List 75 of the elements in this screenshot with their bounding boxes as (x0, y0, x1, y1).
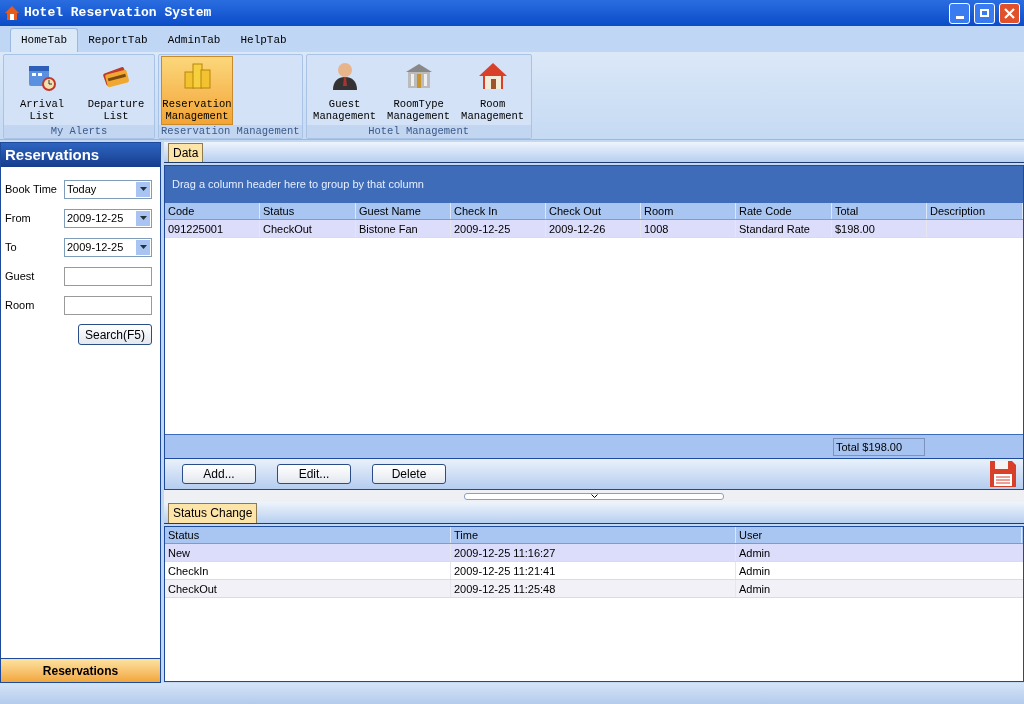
status-change-tab[interactable]: Status Change (168, 503, 258, 523)
window-title: Hotel Reservation System (24, 4, 212, 23)
ribbon-button[interactable]: Reservation Management (161, 56, 233, 125)
group-label: Hotel Management (306, 125, 531, 138)
column-header[interactable]: Rate Code (736, 203, 832, 219)
action-button[interactable]: Edit... (277, 464, 351, 484)
table-cell: 2009-12-25 (451, 220, 546, 237)
column-header[interactable]: User (736, 527, 1022, 543)
action-button[interactable]: Delete (372, 464, 446, 484)
table-cell: 2009-12-25 11:21:41 (451, 562, 736, 579)
table-cell: 091225001 (165, 220, 260, 237)
action-button[interactable]: Add... (182, 464, 256, 484)
restore-button[interactable] (974, 2, 995, 24)
table-cell: Bistone Fan (356, 220, 451, 237)
column-header[interactable]: Description (927, 203, 1023, 219)
column-header[interactable]: Total (832, 203, 927, 219)
field-label: Room (5, 297, 36, 313)
table-row[interactable]: 091225001 CheckOut Bistone Fan 2009-12-25 2009-12-26 1008 Standard Rate $198.00 (165, 220, 1023, 238)
table-cell: CheckIn (165, 562, 451, 579)
splitter-handle[interactable] (464, 492, 724, 500)
close-button[interactable] (999, 2, 1020, 24)
table-row[interactable]: New 2009-12-25 11:16:27 Admin (165, 544, 1023, 562)
data-tab[interactable]: Data (168, 143, 204, 162)
search-button[interactable]: Search(F5) (77, 324, 152, 345)
ribbon-tab[interactable]: ReportTab (78, 28, 158, 52)
ribbon-button[interactable]: Departure List (80, 56, 152, 125)
minimize-button[interactable] (949, 2, 970, 24)
table-cell-text: Admin (738, 546, 772, 561)
dropdown[interactable]: Today (64, 179, 152, 199)
chevron-down-icon (590, 494, 598, 498)
table-cell: New (165, 544, 451, 561)
column-header[interactable]: Status (260, 203, 356, 219)
dropdown[interactable]: 2009-12-25 (64, 237, 152, 257)
dropdown[interactable]: 2009-12-25 (64, 208, 152, 228)
column-header[interactable]: Guest Name (356, 203, 451, 219)
table-cell: Standard Rate (736, 220, 832, 237)
table-row[interactable]: CheckIn 2009-12-25 11:21:41 Admin (165, 562, 1023, 580)
group-by-hint: Drag a column header here to group by that column (172, 177, 424, 193)
reservations-button[interactable]: Reservations (1, 658, 160, 682)
ribbon-tab[interactable]: HomeTab (10, 28, 79, 52)
table-cell-text: Admin (738, 564, 772, 579)
table-cell: 2009-12-25 11:16:27 (451, 544, 736, 561)
table-cell: $198.00 (832, 220, 927, 237)
close-icon (1004, 7, 1015, 19)
table-row[interactable]: CheckOut 2009-12-25 11:25:48 Admin (165, 580, 1023, 598)
group-label: My Alerts (4, 125, 154, 138)
panel-title: Reservations (5, 144, 100, 165)
coin-stack-icon (181, 60, 213, 92)
house-icon (4, 5, 20, 21)
table-cell: CheckOut (260, 220, 356, 237)
field-label: To (5, 239, 18, 255)
ribbon-tab[interactable]: HelpTab (230, 28, 297, 52)
column-header[interactable]: Check Out (546, 203, 641, 219)
total-summary: Total $198.00 (833, 437, 925, 456)
table-cell-text: Admin (738, 582, 772, 597)
field-label: Guest (5, 268, 36, 284)
ribbon-button[interactable]: Arrival List (6, 56, 78, 125)
column-header[interactable]: Time (451, 527, 736, 543)
field-label: Book Time (5, 181, 58, 197)
ribbon-button[interactable]: Guest Management (308, 56, 381, 125)
input-field[interactable] (64, 266, 152, 286)
table-cell: 2009-12-26 (546, 220, 641, 237)
table-cell: 2009-12-25 11:25:48 (451, 580, 736, 597)
column-header[interactable]: Status (165, 527, 451, 543)
table-cell: 1008 (641, 220, 736, 237)
ribbon-tab[interactable]: AdminTab (157, 28, 231, 52)
column-header[interactable]: Code (165, 203, 260, 219)
column-header[interactable]: Check In (451, 203, 546, 219)
ribbon-button[interactable]: Room Management (456, 56, 529, 125)
input-field[interactable] (64, 295, 152, 315)
ribbon-button[interactable]: RoomType Management (382, 56, 455, 125)
field-label: From (5, 210, 32, 226)
table-cell: CheckOut (165, 580, 451, 597)
column-header[interactable]: Room (641, 203, 736, 219)
group-label: Reservation Management (159, 125, 302, 138)
